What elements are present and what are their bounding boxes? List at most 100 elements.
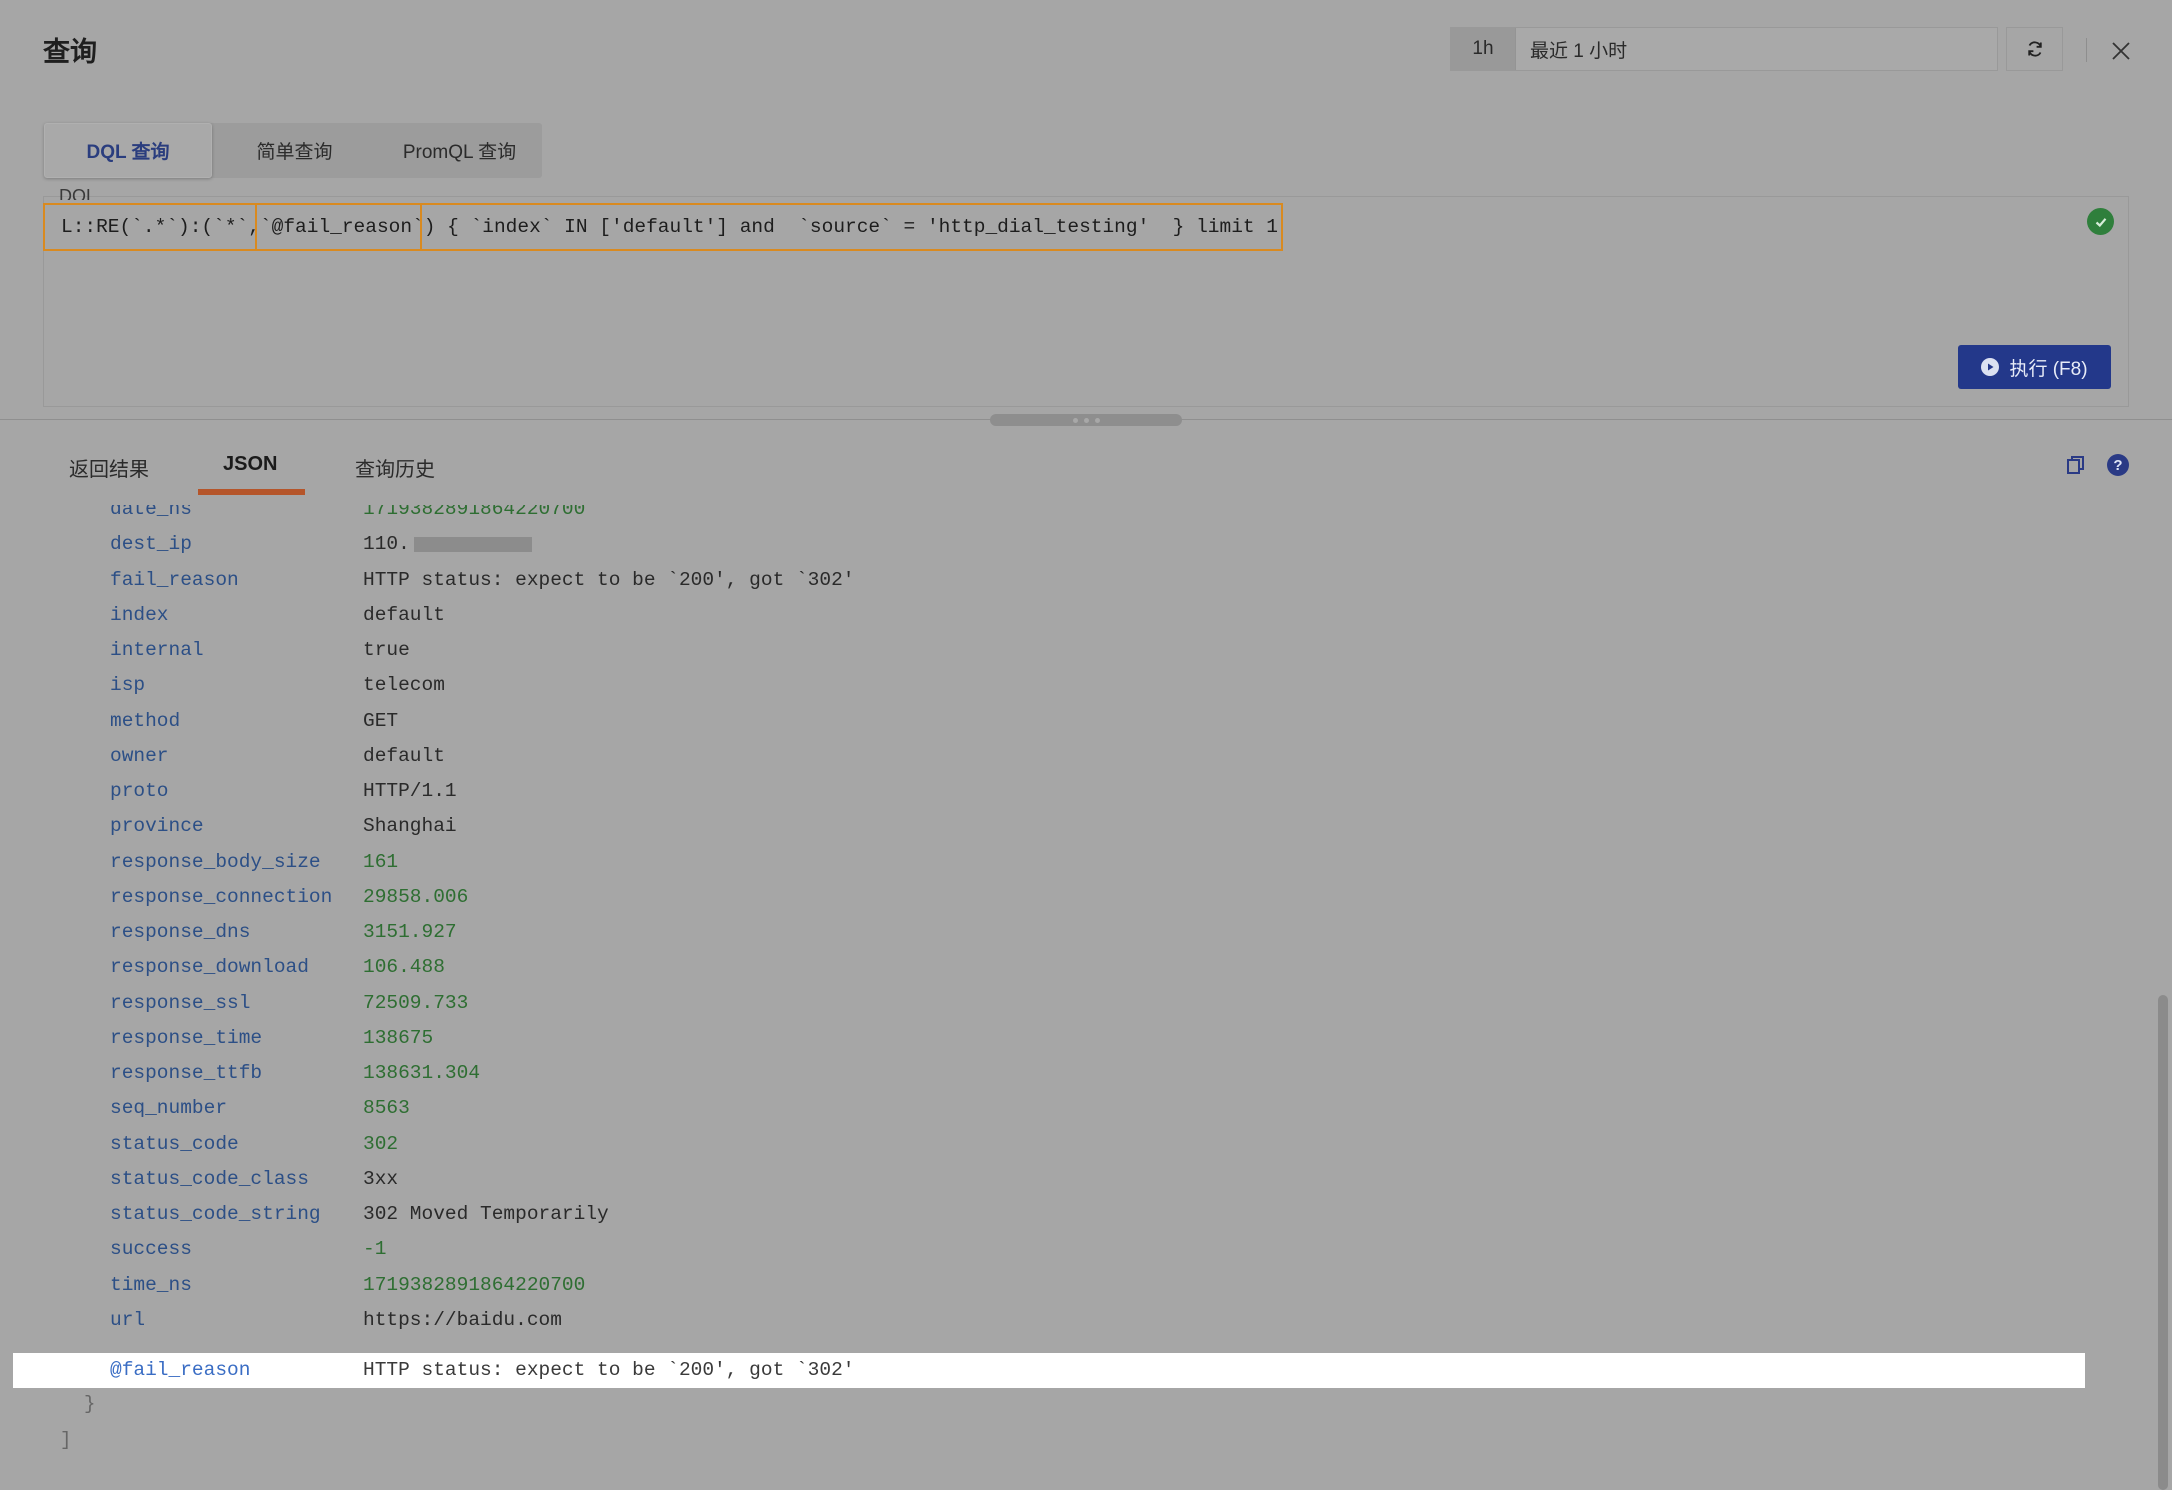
json-key: response_dns xyxy=(110,921,251,943)
json-row: response_time 138675 xyxy=(0,1021,2150,1056)
help-button[interactable]: ? xyxy=(2107,454,2129,476)
json-value: 29858.006 xyxy=(363,886,469,908)
tab-dql-query[interactable]: DQL 查询 xyxy=(44,123,212,178)
run-query-button[interactable]: 执行 (F8) xyxy=(1958,345,2111,389)
json-value: 302 xyxy=(363,1133,399,1155)
json-value: 8563 xyxy=(363,1097,410,1119)
active-tab-indicator xyxy=(198,489,305,495)
json-key: status_code_string xyxy=(110,1203,321,1225)
resize-handle[interactable] xyxy=(990,414,1182,426)
json-key: time_ns xyxy=(110,1274,192,1296)
refresh-button[interactable] xyxy=(2006,27,2063,71)
time-range-short[interactable]: 1h xyxy=(1451,28,1516,70)
json-key: response_time xyxy=(110,1027,263,1049)
json-value: 106.488 xyxy=(363,956,445,978)
page-title: 查询 xyxy=(43,37,97,67)
header-divider xyxy=(2086,38,2087,62)
time-range-selector[interactable]: 1h 最近 1 小时 xyxy=(1450,27,1998,71)
json-key: success xyxy=(110,1238,192,1260)
json-key: response_ssl xyxy=(110,992,251,1014)
json-key: province xyxy=(110,815,204,837)
handle-dot-icon xyxy=(1094,417,1100,423)
json-key: index xyxy=(110,604,169,626)
json-value: 302 Moved Temporarily xyxy=(363,1203,609,1225)
json-key: url xyxy=(110,1309,146,1331)
json-row: province Shanghai xyxy=(0,809,2150,844)
json-key: isp xyxy=(110,674,146,696)
json-value: 3151.927 xyxy=(363,921,457,943)
json-value: -1 xyxy=(363,1238,387,1260)
json-row: owner default xyxy=(0,739,2150,774)
time-range-label[interactable]: 最近 1 小时 xyxy=(1516,28,1627,70)
json-key: status_code_class xyxy=(110,1168,309,1190)
json-value: https://baidu.com xyxy=(363,1309,562,1331)
json-value: 3xx xyxy=(363,1168,399,1190)
query-valid-check-icon xyxy=(2087,208,2114,235)
json-value: HTTP status: expect to be `200', got `30… xyxy=(363,1359,855,1381)
json-value: HTTP status: expect to be `200', got `30… xyxy=(363,569,855,591)
json-key: response_connection xyxy=(110,886,333,908)
json-key: method xyxy=(110,710,181,732)
json-row: status_code_string 302 Moved Temporarily xyxy=(0,1197,2150,1232)
json-value: GET xyxy=(363,710,399,732)
json-value: 138631.304 xyxy=(363,1062,481,1084)
close-icon xyxy=(2112,42,2130,60)
json-row: date_ns 1719382891864220700 xyxy=(0,505,2150,527)
json-value: HTTP/1.1 xyxy=(363,780,457,802)
json-row-highlighted: @fail_reason HTTP status: expect to be `2… xyxy=(13,1353,2085,1388)
query-field-highlight xyxy=(255,203,422,251)
close-button[interactable] xyxy=(2108,38,2134,64)
query-text[interactable]: L::RE(`.*`):(`*`,`@fail_reason`) { `inde… xyxy=(43,203,1283,251)
json-key: seq_number xyxy=(110,1097,228,1119)
json-row: response_ttfb 138631.304 xyxy=(0,1056,2150,1091)
handle-dot-icon xyxy=(1083,417,1089,423)
query-type-tabs: DQL 查询 简单查询 PromQL 查询 xyxy=(44,123,542,178)
json-key: fail_reason xyxy=(110,569,239,591)
json-scrollbar-thumb[interactable] xyxy=(2158,995,2168,1490)
json-key: proto xyxy=(110,780,169,802)
json-key: status_code xyxy=(110,1133,239,1155)
redacted-value-mask xyxy=(414,537,532,552)
editor-label: DQL xyxy=(59,186,97,200)
json-value: 161 xyxy=(363,851,399,873)
json-row: index default xyxy=(0,598,2150,633)
json-row: proto HTTP/1.1 xyxy=(0,774,2150,809)
json-row: method GET xyxy=(0,704,2150,739)
json-value: 1719382891864220700 xyxy=(363,505,586,520)
tab-simple-query[interactable]: 简单查询 xyxy=(212,123,377,178)
json-value: telecom xyxy=(363,674,445,696)
play-icon xyxy=(1981,358,2000,376)
json-row: dest_ip 110. xyxy=(0,527,2150,562)
json-row: response_ssl 72509.733 xyxy=(0,986,2150,1021)
run-query-label: 执行 (F8) xyxy=(2009,358,2088,380)
json-row: response_body_size 161 xyxy=(0,845,2150,880)
json-row: fail_reason HTTP status: expect to be `20… xyxy=(0,563,2150,598)
tab-json[interactable]: JSON xyxy=(223,453,277,476)
json-row: response_connection 29858.006 xyxy=(0,880,2150,915)
json-closing-bracket: ] xyxy=(60,1429,72,1451)
tab-promql-query[interactable]: PromQL 查询 xyxy=(377,123,542,178)
help-icon: ? xyxy=(2113,456,2123,474)
json-key: internal xyxy=(110,639,204,661)
json-key: date_ns xyxy=(110,505,192,520)
json-key: response_ttfb xyxy=(110,1062,263,1084)
json-row: response_download 106.488 xyxy=(0,950,2150,985)
tab-results[interactable]: 返回结果 xyxy=(69,453,149,482)
json-row: response_dns 3151.927 xyxy=(0,915,2150,950)
copy-button[interactable] xyxy=(2065,454,2087,476)
json-key: dest_ip xyxy=(110,533,192,555)
json-key: @fail_reason xyxy=(110,1359,251,1381)
json-row: isp telecom xyxy=(0,668,2150,703)
json-value: default xyxy=(363,604,445,626)
json-row: status_code 302 xyxy=(0,1127,2150,1162)
json-row: status_code_class 3xx xyxy=(0,1162,2150,1197)
tab-query-history[interactable]: 查询历史 xyxy=(355,453,435,482)
json-value: default xyxy=(363,745,445,767)
json-row: url https://baidu.com xyxy=(0,1303,2150,1338)
json-value: 72509.733 xyxy=(363,992,469,1014)
json-value: Shanghai xyxy=(363,815,457,837)
json-key: owner xyxy=(110,745,169,767)
json-closing-brace: } xyxy=(84,1393,96,1415)
json-row: time_ns 1719382891864220700 xyxy=(0,1268,2150,1303)
json-row: success -1 xyxy=(0,1232,2150,1267)
